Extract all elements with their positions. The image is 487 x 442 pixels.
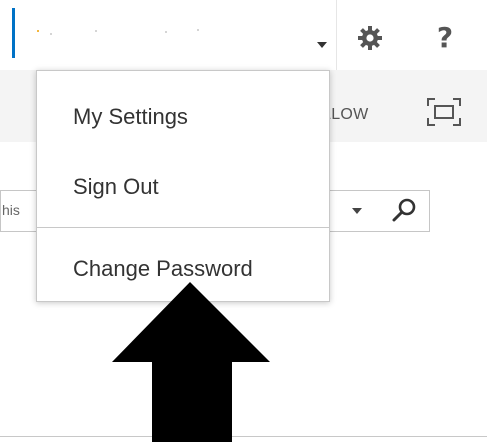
help-icon: ? xyxy=(436,20,454,54)
search-button[interactable] xyxy=(388,196,420,226)
search-input-text[interactable]: his xyxy=(2,202,20,218)
focus-on-content-icon xyxy=(427,98,461,126)
account-menu-button[interactable] xyxy=(15,8,335,58)
up-arrow-icon xyxy=(112,282,270,442)
settings-button[interactable] xyxy=(348,20,392,56)
sharepoint-screenshot: ? LLOW his My Settings Sign Out Change P… xyxy=(0,0,487,442)
suite-bar-separator xyxy=(336,0,337,70)
menu-divider xyxy=(37,227,329,228)
chevron-down-icon[interactable] xyxy=(352,208,362,214)
chevron-down-icon xyxy=(317,42,327,48)
menu-item-my-settings[interactable]: My Settings xyxy=(73,97,303,137)
gear-icon xyxy=(358,26,382,50)
account-dropdown-menu: My Settings Sign Out Change Password xyxy=(36,70,330,302)
suite-bar: ? xyxy=(0,0,487,70)
search-icon xyxy=(392,198,416,222)
help-button[interactable]: ? xyxy=(420,14,470,60)
focus-on-content-button[interactable] xyxy=(426,97,462,127)
menu-item-sign-out[interactable]: Sign Out xyxy=(73,167,303,207)
